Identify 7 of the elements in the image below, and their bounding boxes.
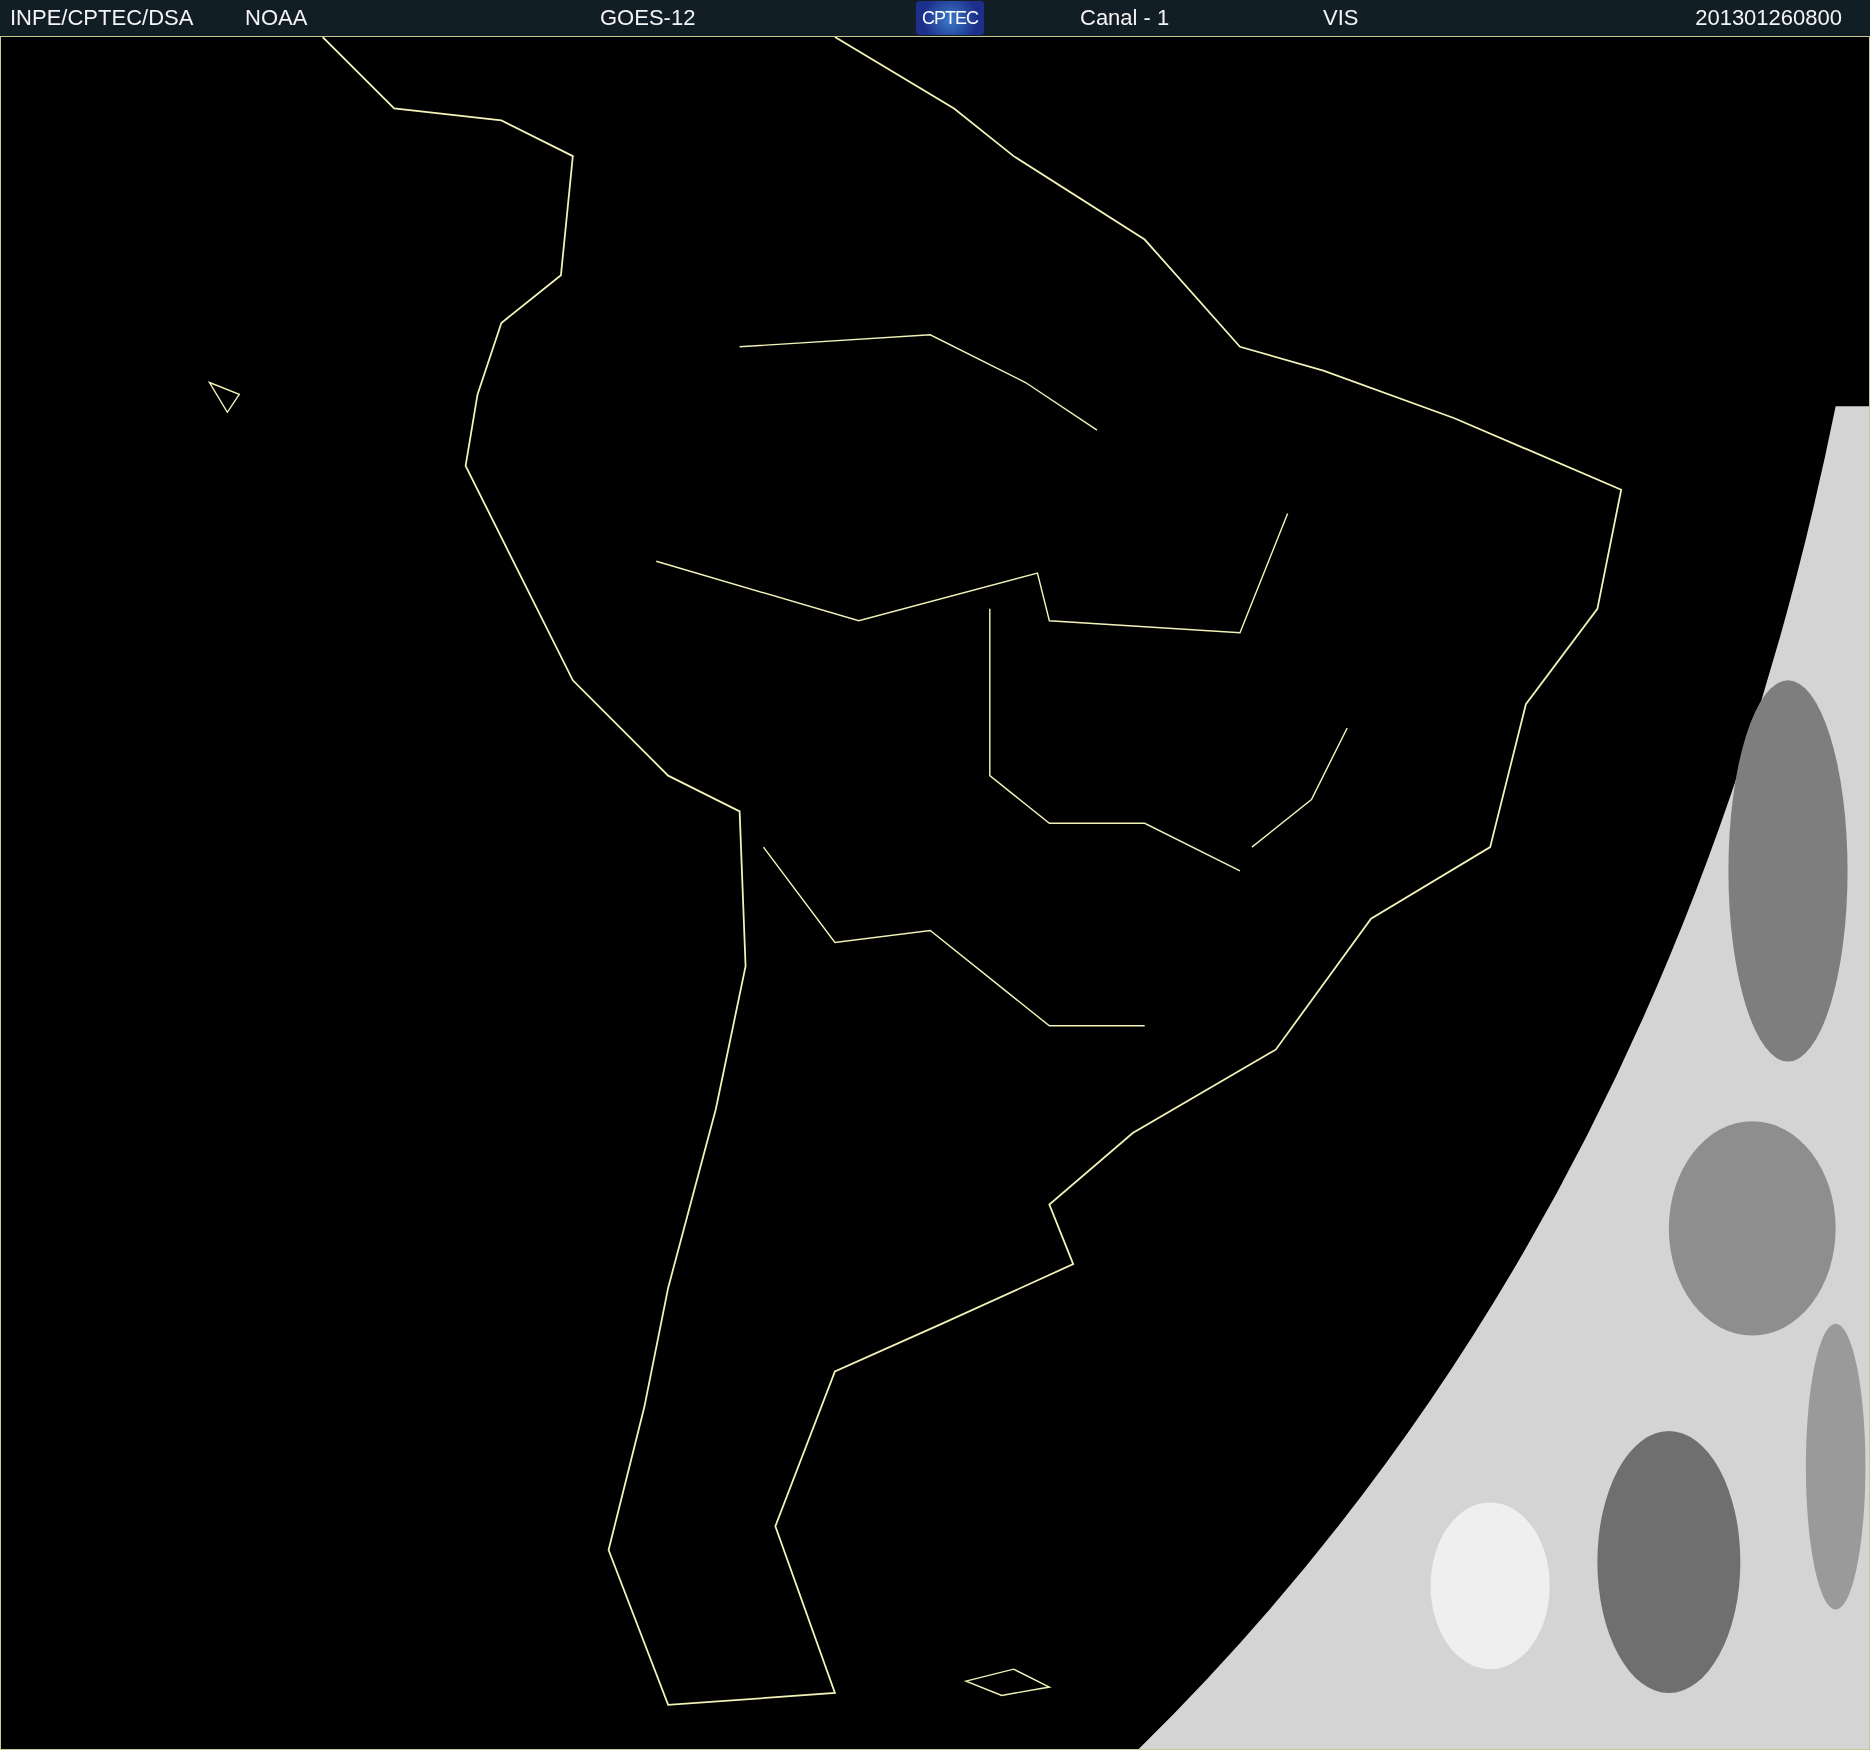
header-label: Canal - 1 [1080, 5, 1170, 31]
header-label: INPE/CPTEC/DSA [10, 5, 194, 31]
header-label: VIS [1323, 5, 1359, 31]
header-label: NOAA [245, 5, 308, 31]
header-label: 201301260800 [1695, 5, 1842, 31]
header-label: GOES-12 [600, 5, 696, 31]
logo: CPTEC [916, 1, 984, 35]
